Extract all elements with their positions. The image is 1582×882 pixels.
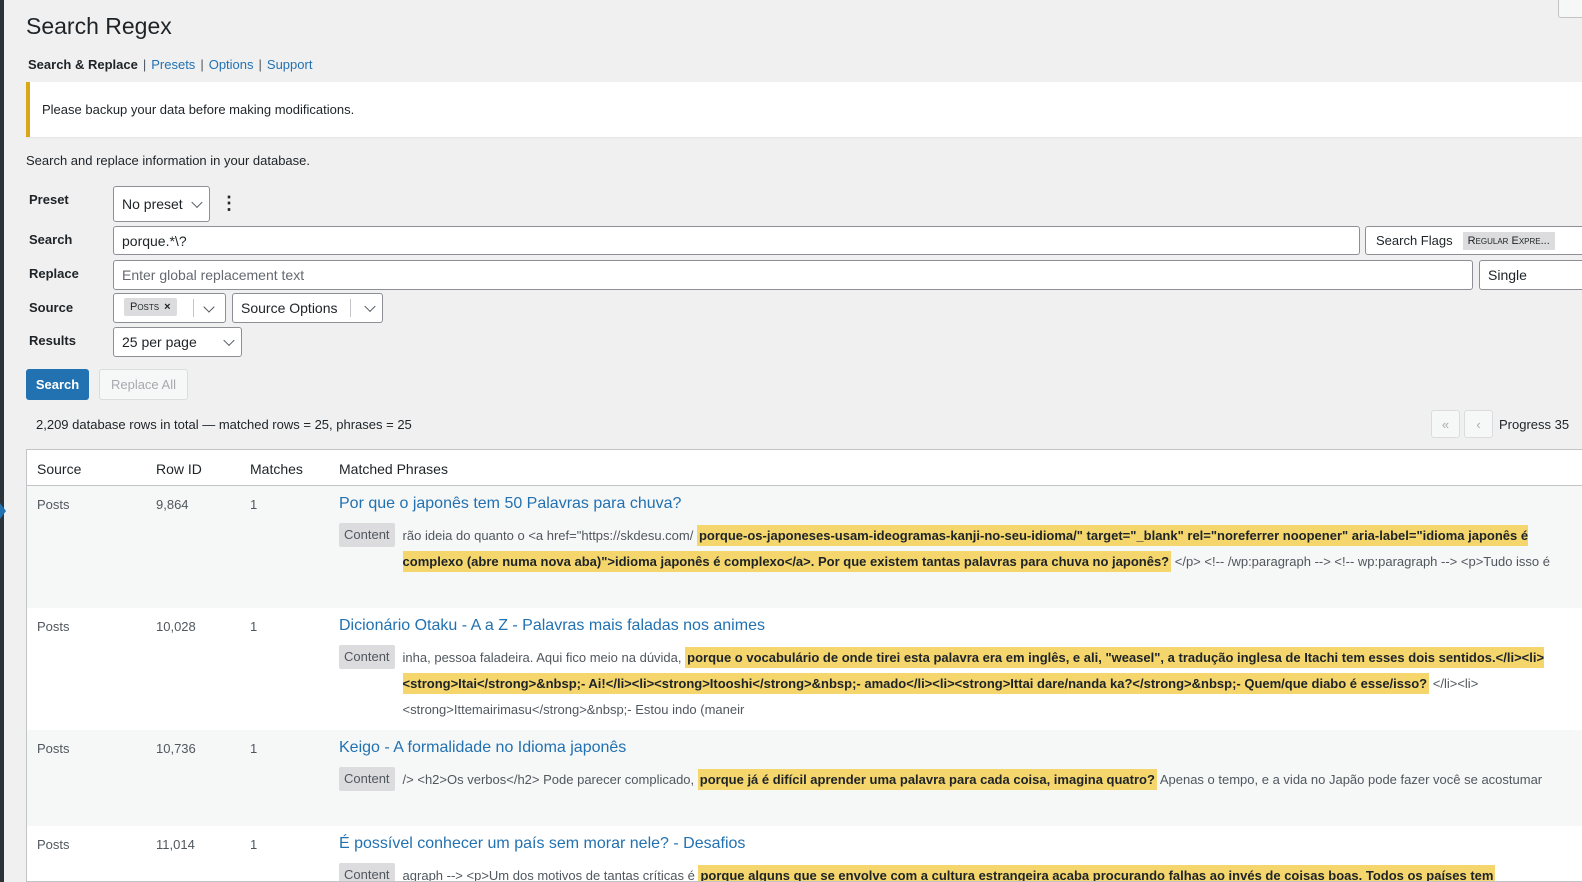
match-context: Content rão ideia do quanto o <a href="h… (339, 523, 1574, 575)
row-source: Posts (37, 497, 70, 512)
row-source: Posts (37, 741, 70, 756)
replace-input[interactable]: Enter global replacement text (113, 260, 1473, 290)
context-label: Content (339, 863, 395, 881)
table-row: Posts 10,028 1 Dicionário Otaku - A a Z … (27, 608, 1582, 730)
context-before: agraph --> <p>Um dos motivos de tantas c… (402, 868, 695, 882)
source-options-select[interactable]: Source Options (232, 293, 383, 323)
matched-phrase[interactable]: porque alguns que se envolve com a cultu… (698, 865, 1496, 881)
preset-menu-icon[interactable]: ⋮ (220, 194, 238, 212)
row-title-link[interactable]: Dicionário Otaku - A a Z - Palavras mais… (339, 617, 765, 635)
source-label: Source (29, 300, 74, 315)
preset-select[interactable]: No preset (113, 186, 210, 222)
source-options-label: Source Options (241, 300, 338, 316)
context-label: Content (339, 767, 395, 791)
chevron-down-icon[interactable] (203, 301, 215, 313)
match-context: Content agraph --> <p>Um dos motivos de … (339, 863, 1574, 882)
row-matches: 1 (250, 837, 258, 852)
context-before: rão ideia do quanto o <a href="https://s… (402, 528, 694, 543)
preset-value: No preset (122, 196, 183, 212)
results-table: Source Row ID Matches Matched Phrases Po… (26, 449, 1582, 882)
chevron-down-icon (223, 334, 235, 347)
nav-search-replace[interactable]: Search & Replace (28, 57, 138, 72)
table-header: Source Row ID Matches Matched Phrases (27, 450, 1582, 486)
row-id: 10,736 (156, 741, 196, 756)
context-after: </p> <!-- /wp:paragraph --> <!-- wp:para… (1174, 554, 1551, 569)
page-title: Search Regex (26, 13, 172, 39)
row-source: Posts (37, 837, 70, 852)
context-label: Content (339, 523, 395, 547)
nav-options[interactable]: Options (209, 57, 254, 72)
table-row: Posts 10,736 1 Keigo - A formalidade no … (27, 730, 1582, 826)
chevron-down-icon (364, 300, 376, 313)
intro-text: Search and replace information in your d… (26, 153, 311, 168)
row-title-link[interactable]: Keigo - A formalidade no Idioma japonês (339, 739, 626, 757)
subnav: Search & Replace | Presets | Options | Support (28, 57, 313, 72)
prev-page-button[interactable]: ‹ (1464, 410, 1493, 438)
results-value: 25 per page (122, 334, 197, 350)
remove-tag-icon[interactable]: × (164, 301, 170, 313)
search-input-value: porque.*\? (122, 232, 187, 249)
context-before: /> <h2>Os verbos</h2> Pode parecer compl… (402, 772, 695, 787)
context-after: Apenas o tempo, e a vida no Japão pode f… (1159, 772, 1543, 787)
backup-notice: Please backup your data before making mo… (26, 82, 1582, 137)
table-row: Posts 9,864 1 Por que o japonês tem 50 P… (27, 486, 1582, 608)
replace-mode-select[interactable]: Single (1479, 260, 1582, 290)
search-input[interactable]: porque.*\? (113, 226, 1360, 255)
search-flags-label: Search Flags (1376, 233, 1453, 248)
row-source: Posts (37, 619, 70, 634)
row-title-link[interactable]: Por que o japonês tem 50 Palavras para c… (339, 495, 681, 513)
preset-label: Preset (29, 192, 69, 207)
results-label: Results (29, 333, 76, 348)
results-per-page-select[interactable]: 25 per page (113, 327, 242, 357)
nav-presets[interactable]: Presets (151, 57, 195, 72)
row-id: 10,028 (156, 619, 196, 634)
replace-all-button[interactable]: Replace All (99, 369, 188, 400)
replace-label: Replace (29, 266, 79, 281)
match-context: Content inha, pessoa faladeira. Aqui fic… (339, 645, 1574, 723)
search-flags-select[interactable]: Search Flags Regular Expre... (1365, 226, 1582, 255)
chevron-down-icon (191, 196, 203, 209)
source-select[interactable]: Posts × (113, 293, 226, 323)
matched-phrase[interactable]: porque já é difícil aprender uma palavra… (697, 769, 1157, 790)
search-label: Search (29, 232, 73, 247)
row-matches: 1 (250, 619, 258, 634)
row-id: 9,864 (156, 497, 189, 512)
progress-text: Progress 35 (1499, 417, 1570, 432)
row-id: 11,014 (156, 837, 195, 852)
search-button[interactable]: Search (26, 369, 89, 400)
replace-mode-value: Single (1488, 267, 1527, 283)
notice-text: Please backup your data before making mo… (42, 102, 355, 117)
col-matches: Matches (250, 461, 303, 477)
first-page-button[interactable]: « (1431, 410, 1460, 438)
table-row: Posts 11,014 1 É possível conhecer um pa… (27, 826, 1582, 882)
search-regex-page: Search Regex Search & Replace | Presets | Op… (26, 0, 1582, 882)
source-tag-posts: Posts × (124, 298, 177, 316)
row-matches: 1 (250, 741, 258, 756)
col-source: Source (37, 461, 82, 477)
nav-support[interactable]: Support (267, 57, 313, 72)
context-label: Content (339, 645, 395, 669)
match-context: Content /> <h2>Os verbos</h2> Pode parec… (339, 767, 1574, 793)
replace-placeholder: Enter global replacement text (122, 267, 305, 283)
row-title-link[interactable]: É possível conhecer um país sem morar ne… (339, 835, 745, 853)
admin-sidebar-edge (0, 0, 6, 882)
results-summary: 2,209 database rows in total — matched r… (36, 417, 412, 432)
col-matched-phrases: Matched Phrases (339, 461, 448, 477)
col-row-id: Row ID (156, 461, 202, 477)
collapse-arrow-icon[interactable] (0, 503, 6, 519)
regex-flag-chip: Regular Expre... (1462, 231, 1555, 250)
row-matches: 1 (250, 497, 258, 512)
context-before: inha, pessoa faladeira. Aqui fico meio n… (402, 650, 682, 665)
